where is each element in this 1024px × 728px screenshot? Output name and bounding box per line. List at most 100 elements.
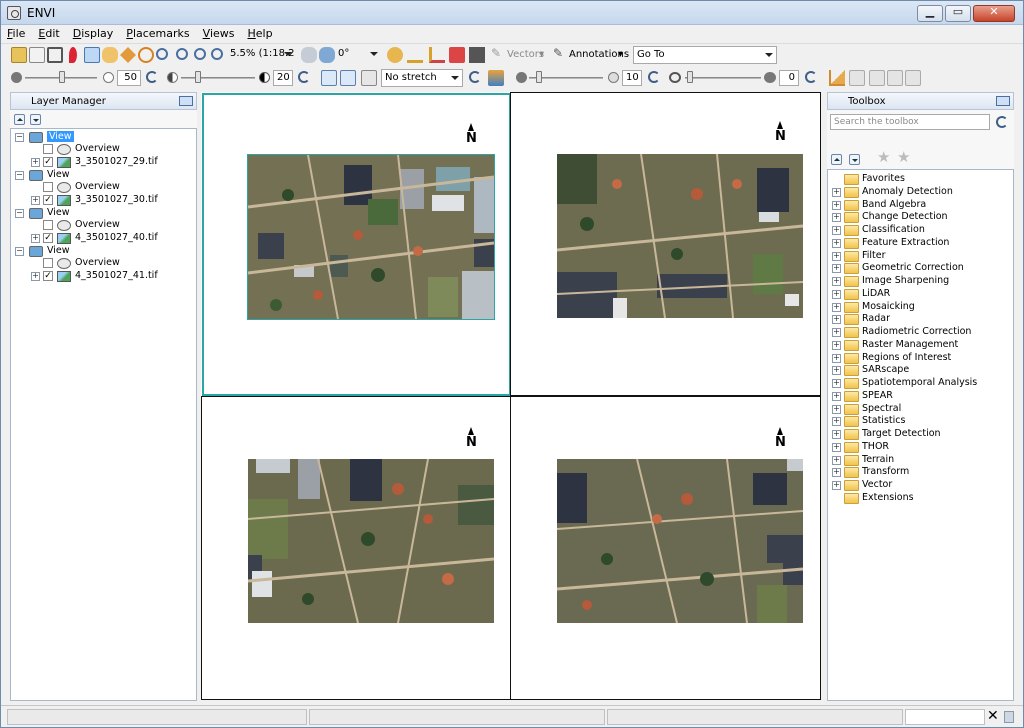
pin-panel-icon[interactable]: [179, 96, 193, 106]
view-4[interactable]: N: [510, 396, 821, 700]
rotate-view-icon[interactable]: [301, 47, 317, 63]
view-1[interactable]: N: [202, 93, 511, 396]
pin-panel-icon[interactable]: [996, 96, 1010, 106]
expand-icon[interactable]: +: [832, 251, 841, 261]
sharpen-reset-icon[interactable]: [648, 71, 660, 83]
close-button[interactable]: ✕: [973, 5, 1015, 22]
contrast-slider[interactable]: [181, 77, 255, 79]
rotate-icon[interactable]: [138, 47, 154, 63]
zoom-out-icon[interactable]: [194, 48, 206, 60]
image-3-3501027-30[interactable]: [557, 154, 803, 318]
zoom-full-icon[interactable]: [211, 48, 223, 60]
expand-icon[interactable]: +: [832, 289, 841, 299]
contrast-reset-icon[interactable]: [298, 71, 310, 83]
layout-2-icon[interactable]: [887, 70, 903, 86]
expand-icon[interactable]: +: [832, 213, 841, 223]
rotation-select[interactable]: 0°: [335, 46, 381, 64]
toolbox-refresh-icon[interactable]: [996, 116, 1008, 128]
expand-icon[interactable]: +: [832, 200, 841, 210]
expand-icon[interactable]: +: [832, 302, 841, 312]
favorite-star-icon[interactable]: ★: [897, 148, 910, 166]
expand-icon[interactable]: +: [832, 404, 841, 414]
menu-edit[interactable]: Edit: [38, 27, 59, 40]
toolbox-collapse-button[interactable]: [831, 154, 842, 165]
expand-icon[interactable]: +: [832, 468, 841, 478]
image-4-3501027-40[interactable]: [248, 459, 494, 623]
image-4-3501027-41[interactable]: [557, 459, 803, 623]
toolbox-search-input[interactable]: Search the toolbox: [830, 114, 990, 130]
collapse-icon[interactable]: −: [15, 133, 24, 142]
overview-checkbox[interactable]: [43, 258, 53, 268]
sharpen-value[interactable]: 10: [622, 70, 642, 86]
menu-placemarks[interactable]: Placemarks: [126, 27, 189, 40]
collapse-icon[interactable]: −: [15, 209, 24, 218]
crosshairs-icon[interactable]: [407, 47, 423, 63]
linear-stretch-icon[interactable]: [321, 70, 337, 86]
overview-checkbox[interactable]: [43, 144, 53, 154]
menu-display[interactable]: Display: [73, 27, 114, 40]
expand-icon[interactable]: +: [832, 187, 841, 197]
expand-icon[interactable]: +: [832, 353, 841, 363]
expand-icon[interactable]: +: [31, 234, 40, 243]
collapse-icon[interactable]: −: [15, 171, 24, 180]
layer-checkbox[interactable]: ✓: [43, 195, 53, 205]
app-icon[interactable]: [7, 6, 21, 20]
expand-icon[interactable]: +: [832, 328, 841, 337]
minimize-button[interactable]: ▁: [917, 5, 943, 22]
toolbox-expand-button[interactable]: [849, 154, 860, 165]
image-3-3501027-29[interactable]: [247, 154, 495, 320]
select-pointer-icon[interactable]: [84, 47, 100, 63]
sharpen-thumb[interactable]: [536, 71, 542, 83]
stretch-reset-icon[interactable]: [469, 71, 481, 83]
layer-stretch-icon[interactable]: [361, 70, 377, 86]
layer-checkbox[interactable]: ✓: [43, 157, 53, 167]
expand-icon[interactable]: +: [832, 264, 841, 274]
overview-checkbox[interactable]: [43, 220, 53, 230]
menu-help[interactable]: Help: [248, 27, 273, 40]
goto-combo[interactable]: Go To: [633, 46, 777, 64]
view-3[interactable]: N: [201, 396, 511, 700]
crop-icon[interactable]: [47, 47, 63, 63]
expand-icon[interactable]: +: [832, 481, 841, 490]
layer-checkbox[interactable]: ✓: [43, 233, 53, 243]
open-file-icon[interactable]: [11, 47, 27, 63]
contrast-value[interactable]: 20: [273, 70, 293, 86]
layer-checkbox[interactable]: ✓: [43, 271, 53, 281]
zoom-in-icon[interactable]: [176, 48, 188, 60]
expand-icon[interactable]: +: [832, 442, 841, 452]
plot-icon[interactable]: [429, 47, 445, 63]
zoom-icon[interactable]: [156, 48, 168, 60]
collapse-icon[interactable]: −: [15, 247, 24, 256]
placemark-icon[interactable]: [69, 47, 77, 63]
expand-icon[interactable]: +: [832, 430, 841, 439]
expand-icon[interactable]: +: [832, 238, 841, 248]
expand-icon[interactable]: +: [31, 196, 40, 205]
fly-icon[interactable]: [120, 47, 136, 63]
layout-3-icon[interactable]: [905, 70, 921, 86]
transparency-reset-icon[interactable]: [805, 71, 817, 83]
expand-icon[interactable]: +: [832, 391, 841, 401]
status-option-icon[interactable]: [1004, 711, 1014, 723]
menu-file[interactable]: File: [7, 27, 25, 40]
spectral-profile-icon[interactable]: [449, 47, 465, 63]
vectors-dropdown-icon[interactable]: ▾: [539, 49, 544, 60]
brightness-value[interactable]: 50: [117, 70, 141, 86]
transparency-value[interactable]: 0: [779, 70, 799, 86]
zoom-select[interactable]: 5.5% (1:18.2): [227, 46, 295, 64]
stretch-view-icon[interactable]: [340, 70, 356, 86]
brightness-reset-icon[interactable]: [146, 71, 158, 83]
contrast-thumb[interactable]: [195, 71, 201, 83]
expand-icon[interactable]: +: [832, 226, 841, 235]
expand-icon[interactable]: +: [832, 455, 841, 465]
expand-icon[interactable]: +: [832, 277, 841, 286]
brightness-thumb[interactable]: [59, 71, 65, 83]
histogram-icon[interactable]: [829, 70, 845, 86]
view-2[interactable]: N: [510, 92, 821, 396]
cancel-process-icon[interactable]: ✕: [987, 708, 999, 724]
color-table-icon[interactable]: [488, 70, 504, 86]
expand-icon[interactable]: +: [31, 272, 40, 281]
cursor-value-icon[interactable]: [387, 47, 403, 63]
expand-icon[interactable]: +: [31, 158, 40, 167]
expand-icon[interactable]: +: [832, 366, 841, 376]
expand-icon[interactable]: +: [832, 379, 841, 388]
